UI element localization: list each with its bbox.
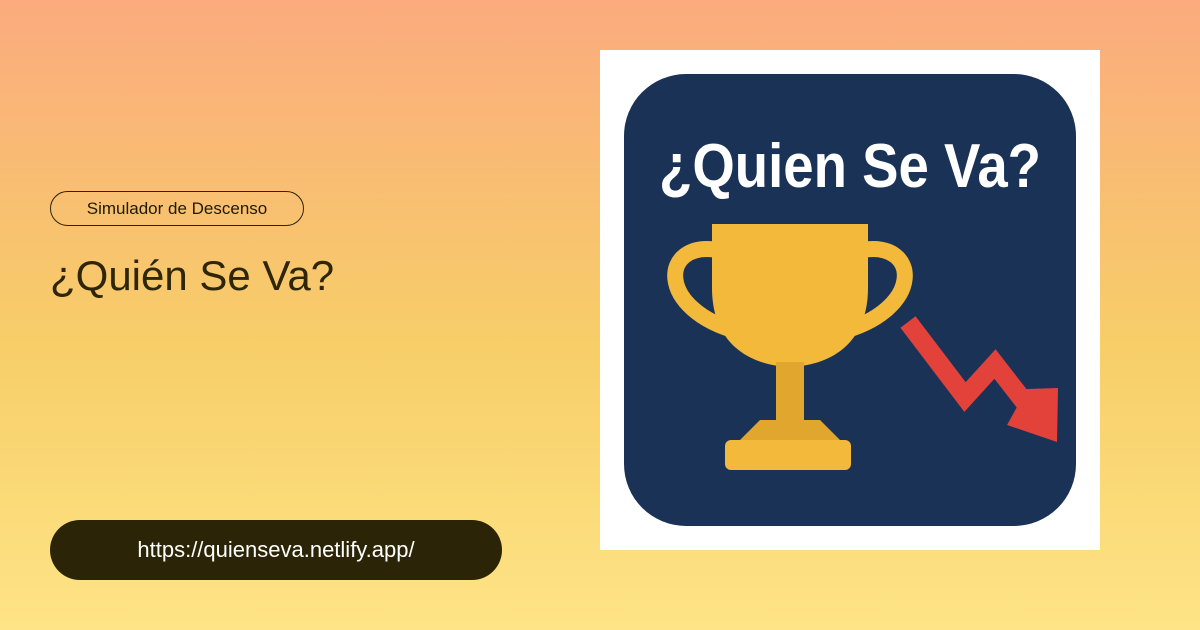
app-logo: ¿Quien Se Va? <box>624 74 1076 526</box>
site-url-link[interactable]: https://quienseva.netlify.app/ <box>50 520 502 580</box>
app-logo-card: ¿Quien Se Va? <box>600 50 1100 550</box>
logo-text: ¿Quien Se Va? <box>659 132 1041 201</box>
page-title: ¿Quién Se Va? <box>50 252 335 299</box>
category-tag: Simulador de Descenso <box>50 191 304 226</box>
